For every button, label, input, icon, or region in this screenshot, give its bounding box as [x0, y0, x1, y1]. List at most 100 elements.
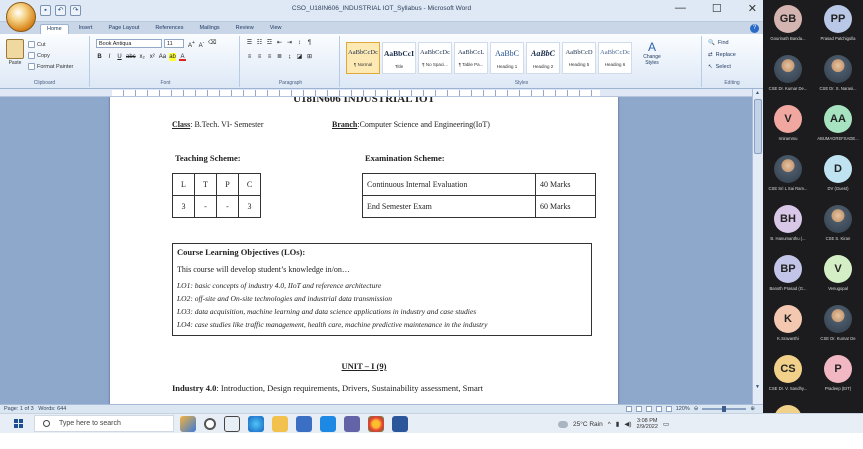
weather-text[interactable]: 25°C Rain: [573, 421, 603, 428]
page-count[interactable]: Page: 1 of 3: [4, 406, 34, 412]
clock[interactable]: 3:08 PM 2/9/2022: [637, 418, 658, 431]
document-page[interactable]: U18IN606 INDUSTRIAL IOT Class: B.Tech. V…: [110, 97, 618, 404]
tab-mailings[interactable]: Mailings: [193, 24, 225, 34]
office-button[interactable]: [6, 2, 36, 32]
word-taskbar-icon[interactable]: [392, 416, 408, 432]
participant-tile[interactable]: CSE Dr. Kumar De: [813, 301, 863, 349]
grow-font-icon[interactable]: A+: [188, 39, 195, 49]
participant-tile[interactable]: CSE Dr. S. Narasi...: [813, 51, 863, 99]
justify-icon[interactable]: ≣: [276, 53, 283, 61]
close-button[interactable]: ✕: [748, 2, 757, 15]
style-heading-2[interactable]: AaBbC Heading 2: [526, 42, 560, 74]
line-spacing-icon[interactable]: ↨: [286, 53, 293, 61]
notification-icon[interactable]: ▭: [663, 420, 669, 428]
italic-icon[interactable]: I: [106, 53, 113, 61]
widgets-icon[interactable]: [180, 416, 196, 432]
font-size-select[interactable]: 11: [164, 39, 184, 48]
shading-icon[interactable]: ◪: [296, 53, 303, 61]
network-icon[interactable]: ▮: [616, 420, 620, 428]
draft-icon[interactable]: [665, 406, 672, 412]
style-heading-1[interactable]: AaBbC Heading 1: [490, 42, 524, 74]
font-color-icon[interactable]: A: [179, 53, 187, 61]
style-normal[interactable]: AaBbCcDc ¶ Normal: [346, 42, 380, 74]
mail-icon[interactable]: [320, 416, 336, 432]
tab-page-layout[interactable]: Page Layout: [102, 24, 145, 34]
full-screen-icon[interactable]: [635, 406, 642, 412]
style-title[interactable]: AaBbCcI Title: [382, 42, 416, 74]
style-heading-5[interactable]: AaBbCcD Heading 5: [562, 42, 596, 74]
strikethrough-icon[interactable]: abc: [126, 53, 136, 61]
ruler[interactable]: [0, 89, 763, 97]
outline-icon[interactable]: [655, 406, 662, 412]
word-count[interactable]: Words: 644: [38, 406, 66, 412]
change-styles-button[interactable]: A Change Styles: [640, 40, 664, 66]
minimize-button[interactable]: —: [675, 2, 686, 15]
bold-icon[interactable]: B: [96, 53, 103, 61]
font-name-select[interactable]: Book Antiqua: [96, 39, 162, 48]
chevron-up-icon[interactable]: ^: [608, 421, 611, 428]
scroll-up-icon[interactable]: ▲: [755, 90, 761, 96]
zoom-out-icon[interactable]: ⊖: [694, 406, 699, 412]
replace-button[interactable]: ⇄ Replace: [708, 52, 736, 58]
tab-view[interactable]: View: [264, 24, 288, 34]
numbering-icon[interactable]: ☷: [256, 39, 263, 47]
subscript-icon[interactable]: x₂: [139, 53, 146, 61]
web-layout-icon[interactable]: [645, 406, 652, 412]
sort-icon[interactable]: ↕: [296, 39, 303, 47]
underline-icon[interactable]: U: [116, 53, 123, 61]
scroll-down-icon[interactable]: ▼: [755, 384, 761, 390]
zoom-slider[interactable]: [702, 406, 747, 412]
align-left-icon[interactable]: ≡: [246, 53, 253, 61]
zoom-in-icon[interactable]: ⊕: [750, 406, 755, 412]
scrollbar-thumb[interactable]: [754, 99, 762, 154]
taskbar-search-input[interactable]: Type here to search: [34, 415, 174, 432]
cut-button[interactable]: Cut: [28, 41, 46, 48]
maximize-button[interactable]: ☐: [712, 2, 722, 15]
zoom-slider-thumb[interactable]: [722, 406, 727, 412]
participant-tile[interactable]: BP Banoth Prasad (G...: [763, 251, 813, 299]
edge-icon[interactable]: [248, 416, 264, 432]
multilevel-list-icon[interactable]: ☲: [266, 39, 273, 47]
participant-tile[interactable]: PP Prasad Patchigolla: [813, 1, 863, 49]
cortana-icon[interactable]: [204, 418, 216, 430]
tab-home[interactable]: Home: [40, 24, 69, 34]
paste-button[interactable]: Paste: [4, 39, 26, 73]
copy-button[interactable]: Copy: [28, 52, 50, 59]
participant-tile[interactable]: P Pradeep (EIT): [813, 351, 863, 399]
format-painter-button[interactable]: Format Painter: [28, 63, 73, 70]
task-view-icon[interactable]: [224, 416, 240, 432]
windows-start-icon[interactable]: [14, 419, 24, 429]
shrink-font-icon[interactable]: A-: [198, 39, 205, 49]
vertical-scrollbar[interactable]: ▲ ▼: [752, 89, 763, 404]
participant-tile[interactable]: CSE Sri L Sai Ram...: [763, 151, 813, 199]
participant-tile[interactable]: D DV (Guest): [813, 151, 863, 199]
print-layout-icon[interactable]: [625, 406, 632, 412]
bullets-icon[interactable]: ☰: [246, 39, 253, 47]
participant-tile[interactable]: GB Gourinath Banda...: [763, 1, 813, 49]
superscript-icon[interactable]: x²: [149, 53, 156, 61]
highlight-icon[interactable]: ab: [169, 53, 177, 61]
style-no-spacing[interactable]: AaBbCcDc ¶ No Spaci...: [418, 42, 452, 74]
style-heading-6[interactable]: AaBbCcDc Heading 6: [598, 42, 632, 74]
borders-icon[interactable]: ⊞: [306, 53, 313, 61]
increase-indent-icon[interactable]: ⇥: [286, 39, 293, 47]
find-button[interactable]: 🔍 Find: [708, 40, 729, 46]
participant-tile[interactable]: AA ABUMAGREFSADE...: [813, 101, 863, 149]
store-icon[interactable]: [296, 416, 312, 432]
file-explorer-icon[interactable]: [272, 416, 288, 432]
zoom-level[interactable]: 120%: [676, 406, 690, 412]
participant-tile[interactable]: CS CSE Dr. V. Sandhy...: [763, 351, 813, 399]
help-icon[interactable]: ?: [750, 24, 759, 33]
align-center-icon[interactable]: ≡: [256, 53, 263, 61]
teams-icon[interactable]: [344, 416, 360, 432]
select-button[interactable]: ↖ Select: [708, 64, 731, 70]
participant-tile[interactable]: Vrmirammu: [763, 101, 813, 149]
style-table-paragraph[interactable]: AaBbCcL ¶ Table Pa...: [454, 42, 488, 74]
pilcrow-icon[interactable]: ¶: [306, 39, 313, 47]
tab-insert[interactable]: Insert: [73, 24, 99, 34]
change-case-icon[interactable]: Aa: [159, 53, 166, 61]
volume-icon[interactable]: ◀): [624, 420, 631, 428]
participant-tile[interactable]: V Venugopal: [813, 251, 863, 299]
tab-references[interactable]: References: [149, 24, 189, 34]
decrease-indent-icon[interactable]: ⇤: [276, 39, 283, 47]
